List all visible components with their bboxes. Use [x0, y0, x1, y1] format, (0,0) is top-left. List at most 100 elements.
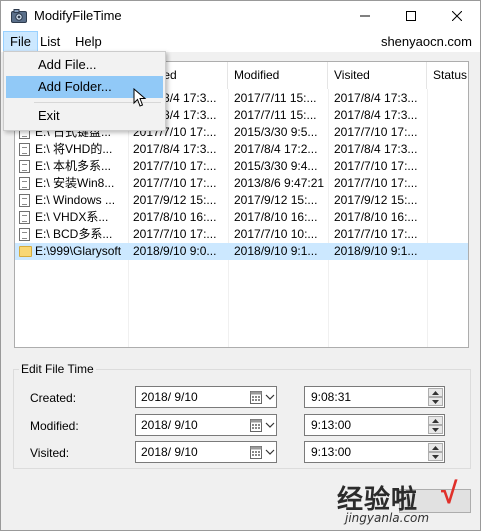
menu-help[interactable]: Help — [69, 31, 108, 52]
calendar-icon[interactable] — [250, 390, 262, 404]
cell-modified: 2017/8/10 16:... — [234, 210, 318, 224]
cell-modified: 2017/9/12 15:... — [234, 193, 318, 207]
visited-label: Visited: — [30, 446, 70, 460]
visited-date-value: 2018/ 9/10 — [141, 445, 198, 459]
file-icon — [19, 177, 30, 190]
menu-item-exit[interactable]: Exit — [6, 105, 163, 127]
cell-name: E:\ 本机多系... — [35, 159, 112, 173]
check-icon: √ — [441, 477, 458, 510]
modified-date-value: 2018/ 9/10 — [141, 418, 198, 432]
mouse-cursor-icon — [133, 88, 147, 107]
cell-visited: 2017/9/12 15:... — [334, 193, 418, 207]
group-title: Edit File Time — [19, 362, 96, 376]
cell-created: 2017/8/4 17:3... — [133, 142, 217, 156]
table-row[interactable]: E:\ 安装Win8... 2017/7/10 17:... 2013/8/6 9:… — [15, 175, 468, 192]
spin-up-icon[interactable] — [428, 416, 443, 425]
file-icon — [19, 228, 30, 241]
visited-time-field[interactable]: 9:13:00 — [304, 441, 445, 463]
cell-created: 2017/7/10 17:... — [133, 159, 217, 173]
visited-date-picker[interactable]: 2018/ 9/10 — [135, 441, 277, 463]
table-row[interactable]: E:\ 本机多系... 2017/7/10 17:... 2015/3/30 9:4… — [15, 158, 468, 175]
visited-time-value: 9:13:00 — [311, 445, 352, 459]
modified-label: Modified: — [30, 419, 79, 433]
column-modified-header[interactable]: Modified — [228, 62, 328, 89]
table-row[interactable]: E:\ BCD多系... 2017/7/10 17:... 2017/7/10 10… — [15, 226, 468, 243]
spin-down-icon[interactable] — [428, 425, 443, 434]
cell-modified: 2017/7/10 10:... — [234, 227, 318, 241]
file-icon — [19, 211, 30, 224]
menu-bar: File List Help shenyaocn.com — [1, 31, 480, 52]
table-row[interactable]: E:\ VHDX系... 2017/8/10 16:... 2017/8/10 16… — [15, 209, 468, 226]
column-visited-header[interactable]: Visited — [328, 62, 427, 89]
maximize-button[interactable] — [388, 1, 434, 31]
watermark-url: jingyanla.com — [345, 511, 430, 525]
app-window: ModifyFileTime File List Help shenyaocn.… — [0, 0, 481, 531]
calendar-icon[interactable] — [250, 418, 262, 432]
cell-modified: 2017/8/4 17:2... — [234, 142, 318, 156]
menu-list[interactable]: List — [34, 31, 66, 52]
chevron-down-icon[interactable] — [265, 419, 275, 431]
cell-created: 2018/9/10 9:0... — [133, 244, 217, 258]
column-status-header[interactable]: Status — [427, 62, 468, 89]
cell-modified: 2017/7/11 15:... — [234, 91, 317, 105]
cell-name: E:\ BCD多系... — [35, 227, 113, 241]
created-label: Created: — [30, 391, 77, 405]
app-icon — [11, 9, 27, 23]
table-row[interactable]: E:\ Windows ... 2017/9/12 15:... 2017/9/12… — [15, 192, 468, 209]
cell-visited: 2017/8/4 17:3... — [334, 91, 418, 105]
folder-icon — [19, 246, 32, 257]
table-row[interactable]: E:\ 将VHD的... 2017/8/4 17:3... 2017/8/4 17:… — [15, 141, 468, 158]
created-time-spinner[interactable] — [428, 388, 443, 406]
spin-up-icon[interactable] — [428, 388, 443, 397]
cell-modified: 2018/9/10 9:1... — [234, 244, 318, 258]
minimize-icon — [360, 15, 370, 17]
table-row[interactable]: E:\999\Glarysoft 2018/9/10 9:0... 2018/9/1… — [15, 243, 468, 260]
created-time-field[interactable]: 9:08:31 — [304, 386, 445, 408]
close-button[interactable] — [434, 1, 480, 31]
chevron-down-icon[interactable] — [265, 391, 275, 403]
window-title: ModifyFileTime — [34, 8, 122, 23]
cell-modified: 2013/8/6 9:47:21 — [234, 176, 325, 190]
cell-modified: 2015/3/30 9:5... — [234, 125, 318, 139]
menu-file[interactable]: File — [3, 31, 38, 52]
chevron-down-icon[interactable] — [265, 446, 275, 458]
spin-down-icon[interactable] — [428, 452, 443, 461]
cell-modified: 2017/7/11 15:... — [234, 108, 317, 122]
minimize-button[interactable] — [342, 1, 388, 31]
created-date-value: 2018/ 9/10 — [141, 390, 198, 404]
file-icon — [19, 194, 30, 207]
file-icon — [19, 143, 30, 156]
created-date-picker[interactable]: 2018/ 9/10 — [135, 386, 277, 408]
modified-time-spinner[interactable] — [428, 416, 443, 434]
file-icon — [19, 160, 30, 173]
cell-visited: 2018/9/10 9:1... — [334, 244, 418, 258]
watermark-logo: 经验啦 √ jingyanla.com — [337, 477, 477, 529]
menu-item-add-file[interactable]: Add File... — [6, 54, 163, 76]
site-link[interactable]: shenyaocn.com — [381, 34, 472, 49]
cell-name: E:\999\Glarysoft — [35, 244, 122, 258]
modified-time-value: 9:13:00 — [311, 418, 352, 432]
cell-visited: 2017/8/10 16:... — [334, 210, 418, 224]
calendar-icon[interactable] — [250, 445, 262, 459]
cell-name: E:\ Windows ... — [35, 193, 116, 207]
close-icon — [452, 11, 462, 21]
cell-created: 2017/7/10 17:... — [133, 176, 217, 190]
cell-name: E:\ 安装Win8... — [35, 176, 115, 190]
cell-created: 2017/8/10 16:... — [133, 210, 217, 224]
title-bar[interactable]: ModifyFileTime — [1, 1, 480, 31]
cell-created: 2017/9/12 15:... — [133, 193, 217, 207]
modified-date-picker[interactable]: 2018/ 9/10 — [135, 414, 277, 436]
created-time-value: 9:08:31 — [311, 390, 352, 404]
cell-name: E:\ 将VHD的... — [35, 142, 113, 156]
cell-visited: 2017/7/10 17:... — [334, 227, 418, 241]
cell-visited: 2017/7/10 17:... — [334, 176, 418, 190]
maximize-icon — [406, 11, 416, 21]
cell-modified: 2015/3/30 9:4... — [234, 159, 318, 173]
cell-visited: 2017/7/10 17:... — [334, 125, 418, 139]
spin-up-icon[interactable] — [428, 443, 443, 452]
cell-created: 2017/7/10 17:... — [133, 227, 217, 241]
visited-time-spinner[interactable] — [428, 443, 443, 461]
spin-down-icon[interactable] — [428, 397, 443, 406]
modified-time-field[interactable]: 9:13:00 — [304, 414, 445, 436]
cell-visited: 2017/8/4 17:3... — [334, 142, 418, 156]
